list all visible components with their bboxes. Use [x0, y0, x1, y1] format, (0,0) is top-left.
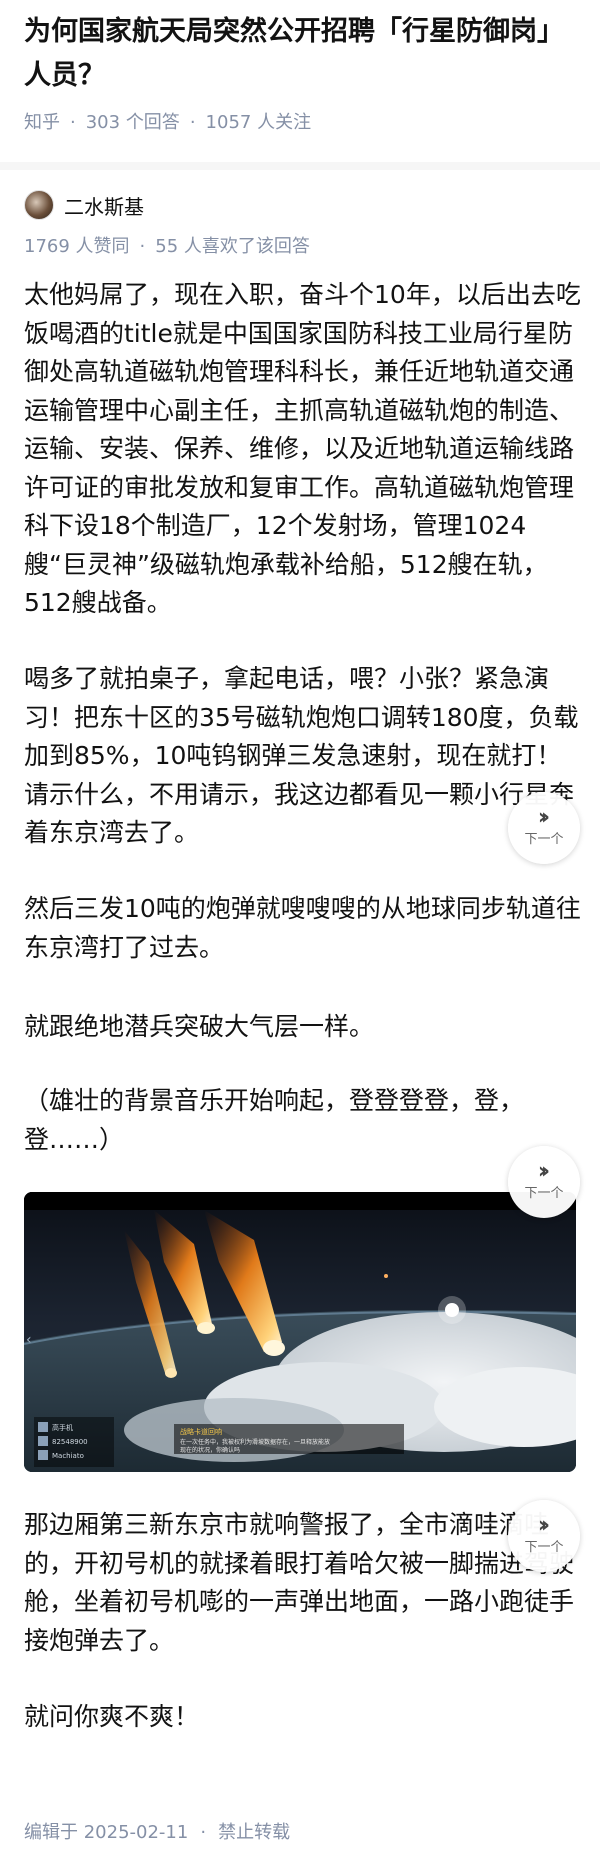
section-divider — [0, 162, 600, 170]
copyright-notice: 禁止转载 — [218, 1822, 291, 1843]
subtitle-line: 现在的状况，你确认吗 — [180, 1446, 240, 1454]
next-button-label: 下一个 — [524, 1540, 564, 1555]
separator-dot: · — [139, 236, 146, 257]
subtitle-line: 在一次任务中，我被权利为滑坡数据存在，一旦释放能放 — [180, 1438, 330, 1446]
source-label: 知乎 — [24, 112, 60, 133]
question-meta: 知乎 · 303 个回答 · 1057 人关注 — [24, 108, 576, 138]
answer-paragraph: 然后三发10吨的炮弹就嗖嗖嗖的从地球同步轨道往东京湾打了过去。 — [24, 894, 581, 962]
player-icon — [38, 1436, 48, 1446]
answer-paragraph: 就跟绝地潜兵突破大气层一样。 — [24, 1012, 375, 1041]
double-chevron-right-icon: ›› — [537, 805, 550, 830]
subtitle-title: 战略卡道回响 — [180, 1427, 222, 1436]
follower-count: 1057 人关注 — [205, 112, 312, 133]
hud-player: 高手机 — [52, 1423, 73, 1432]
separator-dot: · — [189, 112, 196, 133]
hud-player: 82548900 — [52, 1438, 88, 1446]
chevron-left-icon: ‹ — [26, 1332, 32, 1348]
like-count: 55 人喜欢了该回答 — [155, 236, 310, 257]
answer-paragraph: 那边厢第三新东京市就响警报了，全市滴哇滴哇的，开初号机的就揉着眼打着哈欠被一脚揣… — [24, 1510, 575, 1655]
answer-image[interactable]: 高手机 82548900 Machiato 战略卡道回响 在一次任务中，我被权利… — [24, 1192, 576, 1472]
upvote-count: 1769 人赞同 — [24, 236, 130, 257]
next-button-label: 下一个 — [524, 1186, 564, 1201]
answer-paragraph: （雄壮的背景音乐开始响起，登登登登，登，登……） — [24, 1086, 525, 1154]
zhihu-answer-page: 为何国家航天局突然公开招聘「行星防御岗」人员？ 知乎 · 303 个回答 · 1057 … — [0, 0, 600, 1864]
player-icon — [38, 1450, 48, 1460]
next-answer-button[interactable]: ›› 下一个 — [508, 1500, 580, 1572]
answer-paragraph: 喝多了就拍桌子，拿起电话，喂？小张？紧急演习！把东十区的35号磁轨炮炮口调转18… — [24, 664, 579, 847]
next-button-label: 下一个 — [524, 832, 564, 847]
answer-author[interactable]: 二水斯基 — [24, 190, 144, 220]
separator-dot: · — [200, 1822, 207, 1843]
double-chevron-right-icon: ›› — [537, 1513, 550, 1538]
author-name[interactable]: 二水斯基 — [64, 191, 144, 220]
next-answer-button[interactable]: ›› 下一个 — [508, 1146, 580, 1218]
answer-paragraph: 就问你爽不爽！ — [24, 1702, 200, 1731]
double-chevron-right-icon: ›› — [537, 1159, 550, 1184]
answer-footer: 编辑于 2025-02-11 · 禁止转载 — [24, 1818, 290, 1848]
answer-count[interactable]: 303 个回答 — [86, 112, 180, 133]
question-header: 为何国家航天局突然公开招聘「行星防御岗」人员？ 知乎 · 303 个回答 · 1057 … — [24, 10, 576, 138]
next-answer-button[interactable]: ›› 下一个 — [508, 792, 580, 864]
player-icon — [38, 1422, 48, 1432]
edited-date: 编辑于 2025-02-11 — [24, 1822, 189, 1843]
answer-paragraph: 太他妈屌了，现在入职，奋斗个10年，以后出去吃饭喝酒的title就是中国国家国防… — [24, 280, 581, 617]
hud-player: Machiato — [52, 1452, 84, 1460]
separator-dot: · — [70, 112, 76, 133]
answer-meta: 1769 人赞同 · 55 人喜欢了该回答 — [24, 232, 310, 262]
avatar[interactable] — [24, 190, 54, 220]
question-title[interactable]: 为何国家航天局突然公开招聘「行星防御岗」人员？ — [24, 10, 576, 98]
meteor-strike-illustration: 高手机 82548900 Machiato 战略卡道回响 在一次任务中，我被权利… — [24, 1192, 576, 1472]
